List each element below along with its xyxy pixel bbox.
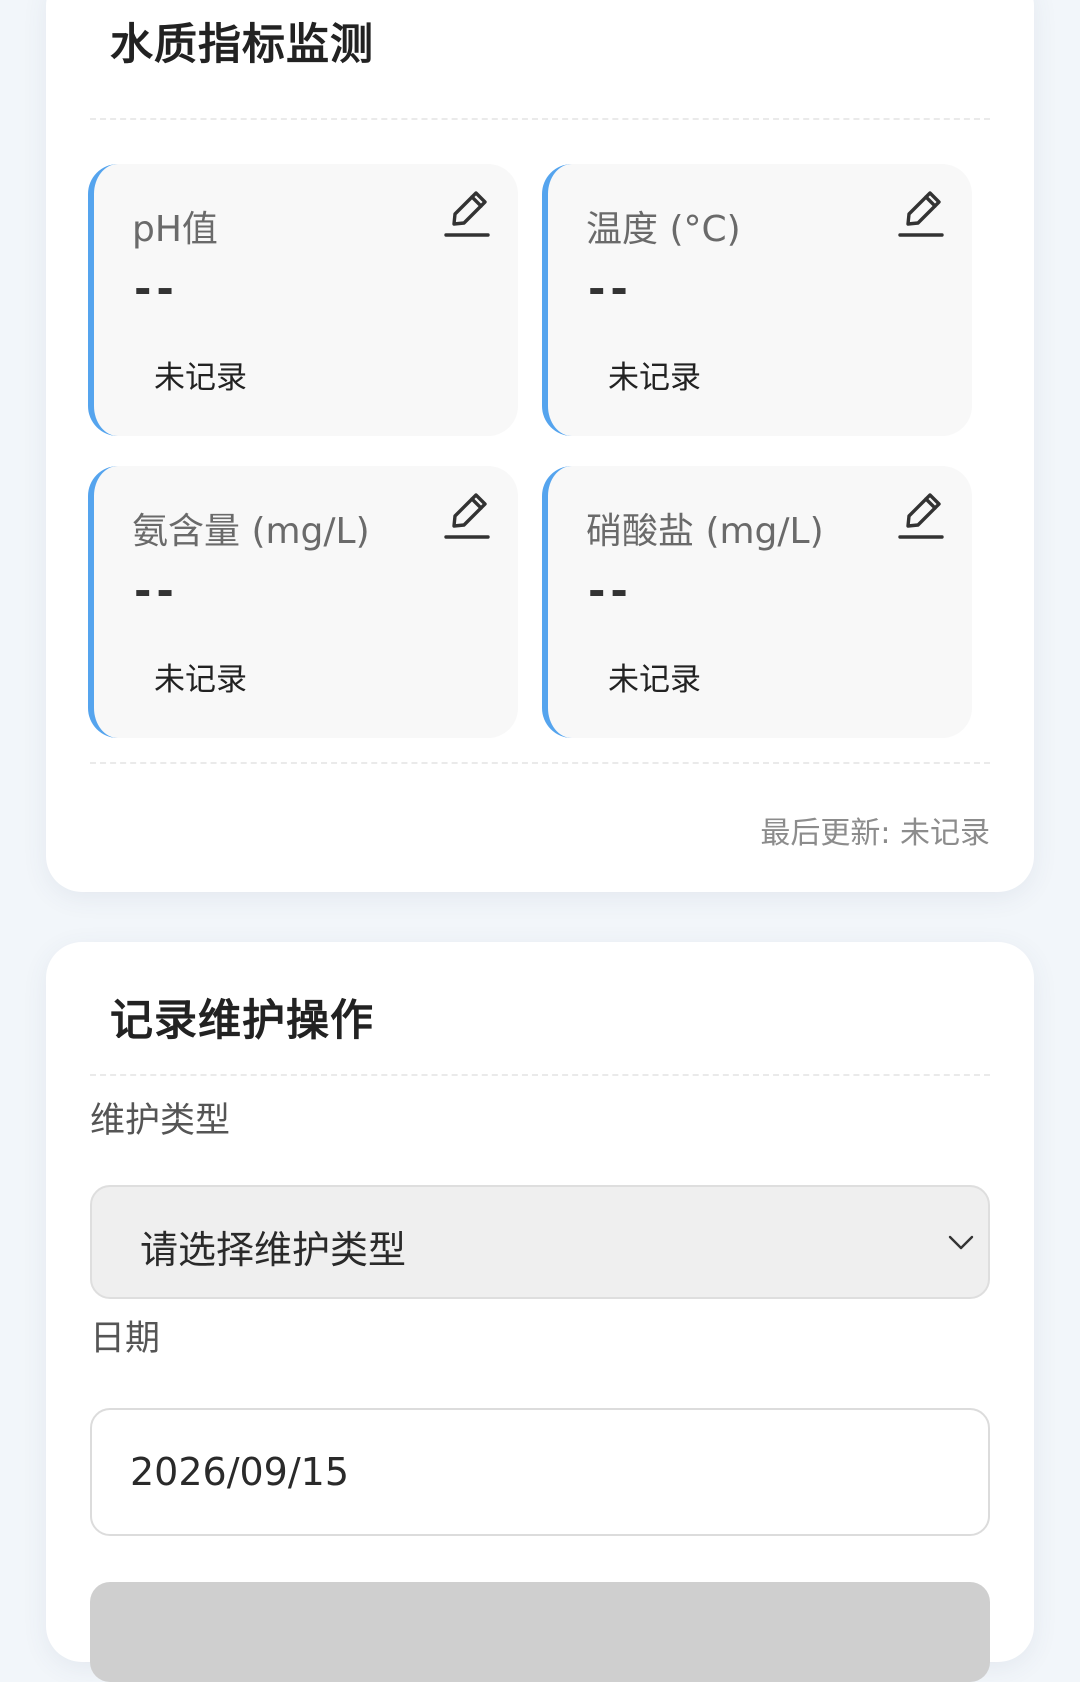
metric-label: 氨含量 (mg/L) [132,511,370,552]
maintenance-card: 记录维护操作 维护类型 请选择维护类型 日期 [46,942,1034,1682]
metric-value: -- [588,264,633,313]
edit-ammonia-button[interactable] [440,486,494,542]
maintenance-title: 记录维护操作 [110,996,374,1046]
water-quality-title: 水质指标监测 [110,20,374,70]
pencil-edit-icon [444,493,490,539]
edit-nitrate-button[interactable] [894,486,948,542]
metric-value: -- [588,566,633,615]
maintenance-type-placeholder: 请选择维护类型 [140,1228,407,1272]
metric-label: 温度 (°C) [586,209,741,250]
footer-divider [90,762,990,764]
submit-button[interactable] [90,1582,990,1682]
metric-label: pH值 [132,209,218,250]
edit-ph-button[interactable] [440,184,494,240]
chevron-down-icon [948,1235,974,1250]
maintenance-type-select[interactable]: 请选择维护类型 [90,1185,990,1299]
metric-card-temperature: 温度 (°C) -- 未记录 [542,164,972,436]
pencil-edit-icon [898,191,944,237]
metric-card-nitrate: 硝酸盐 (mg/L) -- 未记录 [542,466,972,738]
title-divider [90,1074,990,1076]
water-quality-card: 水质指标监测 pH值 -- 未记录 温度 (°C) -- 未记录 氨含量 (mg… [46,0,1034,892]
metric-card-ammonia: 氨含量 (mg/L) -- 未记录 [88,466,518,738]
edit-temperature-button[interactable] [894,184,948,240]
metric-value: -- [134,264,179,313]
last-update-text: 最后更新: 未记录 [760,816,990,851]
metric-label: 硝酸盐 (mg/L) [586,511,824,552]
date-input[interactable] [90,1408,990,1536]
metric-value: -- [134,566,179,615]
metric-status: 未记录 [154,662,247,698]
pencil-edit-icon [898,493,944,539]
metric-status: 未记录 [154,360,247,396]
title-divider [90,118,990,120]
pencil-edit-icon [444,191,490,237]
metric-status: 未记录 [608,662,701,698]
metric-status: 未记录 [608,360,701,396]
maintenance-type-label: 维护类型 [90,1101,231,1141]
date-label: 日期 [90,1319,161,1359]
metric-card-ph: pH值 -- 未记录 [88,164,518,436]
